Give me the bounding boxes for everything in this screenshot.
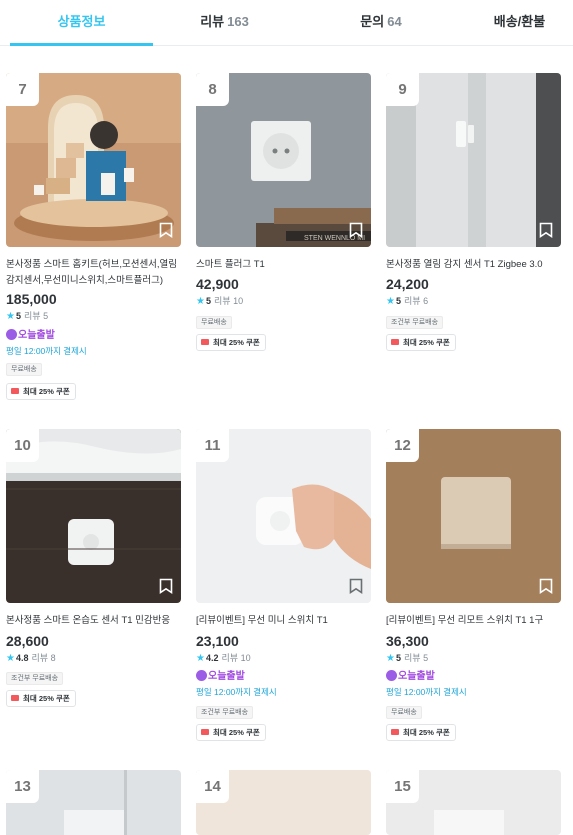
coupon-icon xyxy=(391,339,399,345)
shipping-badge: 조건부 무료배송 xyxy=(196,706,254,719)
product-title[interactable]: 본사정품 스마트 홈키트(허브,모션센서,열림감지센서,무선미니스위치,스마트플… xyxy=(6,257,181,289)
today-shipping-icon xyxy=(196,670,207,681)
product-price: 185,000 xyxy=(6,291,57,307)
rank-badge: 10 xyxy=(6,429,39,462)
shipping-badge: 무료배송 xyxy=(196,316,232,329)
shipping-badge: 무료배송 xyxy=(386,706,422,719)
active-tab-indicator xyxy=(10,43,153,46)
star-icon: ★ xyxy=(386,296,395,307)
rank-badge: 7 xyxy=(6,73,39,106)
shipping-badge: 조건부 무료배송 xyxy=(386,316,444,329)
today-shipping-icon xyxy=(6,329,17,340)
rank-badge: 13 xyxy=(6,770,39,803)
rank-badge: 11 xyxy=(196,429,229,462)
rank-badge: 9 xyxy=(386,73,419,106)
product-card[interactable]: 13 xyxy=(6,770,181,835)
today-shipping-label: 오늘출발 xyxy=(6,329,55,342)
product-image[interactable]: 7 xyxy=(6,73,181,247)
product-rating: ★4.2 리뷰 10 xyxy=(196,653,251,664)
coupon-icon xyxy=(11,695,19,701)
product-title[interactable]: 본사정품 열림 감지 센서 T1 Zigbee 3.0 xyxy=(386,257,561,273)
product-card[interactable]: 14 xyxy=(196,770,371,835)
rank-badge: 8 xyxy=(196,73,229,106)
product-title[interactable]: 스마트 플러그 T1 xyxy=(196,257,371,273)
product-rating: ★5 리뷰 5 xyxy=(6,311,49,322)
coupon-icon xyxy=(11,388,19,394)
product-image[interactable]: 15 xyxy=(386,770,561,835)
product-price: 23,100 xyxy=(196,633,239,649)
coupon-button[interactable]: 최대 25% 쿠폰 xyxy=(6,383,76,400)
tab-shipping-refund[interactable]: 배송/환불 xyxy=(466,0,573,46)
product-card[interactable]: STEN WENNLO MI 8 스마트 플러그 T1 42,900 ★5 리뷰 … xyxy=(196,73,371,363)
product-image[interactable]: 14 xyxy=(196,770,371,835)
product-image[interactable]: 12 xyxy=(386,429,561,603)
rank-badge: 14 xyxy=(196,770,229,803)
shipping-deadline: 평일 12:00까지 결제시 xyxy=(6,346,87,356)
product-rating: ★5 리뷰 5 xyxy=(386,653,429,664)
product-card[interactable]: 10 본사정품 스마트 온습도 센서 T1 민감반응 28,600 ★4.8 리뷰… xyxy=(6,429,181,719)
shipping-badge: 조건부 무료배송 xyxy=(6,672,64,685)
shipping-deadline: 평일 12:00까지 결제시 xyxy=(386,687,467,697)
product-card[interactable]: 9 본사정품 열림 감지 센서 T1 Zigbee 3.0 24,200 ★5 리… xyxy=(386,73,561,363)
shipping-badge: 무료배송 xyxy=(6,363,42,376)
shipping-deadline: 평일 12:00까지 결제시 xyxy=(196,687,277,697)
product-price: 36,300 xyxy=(386,633,429,649)
coupon-icon xyxy=(201,729,209,735)
product-rating: ★5 리뷰 10 xyxy=(196,296,244,307)
today-shipping-label: 오늘출발 xyxy=(196,670,245,683)
coupon-button[interactable]: 최대 25% 쿠폰 xyxy=(6,690,76,707)
product-image[interactable]: 11 xyxy=(196,429,371,603)
coupon-icon xyxy=(391,729,399,735)
bookmark-icon[interactable] xyxy=(349,578,363,594)
product-image[interactable]: 9 xyxy=(386,73,561,247)
coupon-button[interactable]: 최대 25% 쿠폰 xyxy=(386,334,456,351)
tab-reviews[interactable]: 리뷰 163 xyxy=(153,0,296,46)
product-price: 28,600 xyxy=(6,633,49,649)
product-title[interactable]: [리뷰이벤트] 무선 미니 스위치 T1 xyxy=(196,613,371,629)
star-icon: ★ xyxy=(196,653,205,664)
product-tabs: 상품정보 리뷰 163 문의 64 배송/환불 xyxy=(0,0,573,46)
star-icon: ★ xyxy=(196,296,205,307)
product-price: 42,900 xyxy=(196,276,239,292)
coupon-icon xyxy=(201,339,209,345)
product-image[interactable]: 13 xyxy=(6,770,181,835)
rank-badge: 12 xyxy=(386,429,419,462)
product-image[interactable]: STEN WENNLO MI 8 xyxy=(196,73,371,247)
coupon-button[interactable]: 최대 25% 쿠폰 xyxy=(386,724,456,741)
product-rating: ★5 리뷰 6 xyxy=(386,296,429,307)
bookmark-icon[interactable] xyxy=(349,222,363,238)
product-title[interactable]: 본사정품 스마트 온습도 센서 T1 민감반응 xyxy=(6,613,181,629)
bookmark-icon[interactable] xyxy=(159,578,173,594)
star-icon: ★ xyxy=(6,653,15,664)
today-shipping-label: 오늘출발 xyxy=(386,670,435,683)
product-rating: ★4.8 리뷰 8 xyxy=(6,653,56,664)
product-card[interactable]: 15 xyxy=(386,770,561,835)
tab-product-info[interactable]: 상품정보 xyxy=(10,0,153,46)
coupon-button[interactable]: 최대 25% 쿠폰 xyxy=(196,334,266,351)
today-shipping-icon xyxy=(386,670,397,681)
bookmark-icon[interactable] xyxy=(539,578,553,594)
product-image[interactable]: 10 xyxy=(6,429,181,603)
tab-inquiries[interactable]: 문의 64 xyxy=(296,0,466,46)
product-card[interactable]: 7 본사정품 스마트 홈키트(허브,모션센서,열림감지센서,무선미니스위치,스마… xyxy=(6,73,181,413)
star-icon: ★ xyxy=(6,311,15,322)
bookmark-icon[interactable] xyxy=(539,222,553,238)
product-card[interactable]: 11 [리뷰이벤트] 무선 미니 스위치 T1 23,100 ★4.2 리뷰 10… xyxy=(196,429,371,749)
star-icon: ★ xyxy=(386,653,395,664)
product-card[interactable]: 12 [리뷰이벤트] 무선 리모트 스위치 T1 1구 36,300 ★5 리뷰 … xyxy=(386,429,561,749)
coupon-button[interactable]: 최대 25% 쿠폰 xyxy=(196,724,266,741)
product-title[interactable]: [리뷰이벤트] 무선 리모트 스위치 T1 1구 xyxy=(386,613,561,629)
rank-badge: 15 xyxy=(386,770,419,803)
bookmark-icon[interactable] xyxy=(159,222,173,238)
product-price: 24,200 xyxy=(386,276,429,292)
